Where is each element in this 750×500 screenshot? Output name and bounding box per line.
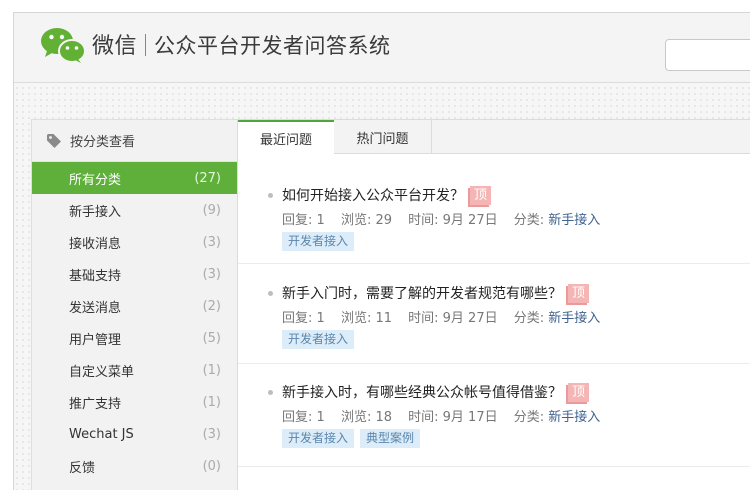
bullet-icon	[268, 291, 273, 296]
sidebar-item-count: (3)	[202, 234, 221, 250]
question-tag[interactable]: 开发者接入	[282, 330, 355, 349]
sidebar-item-count: (2)	[202, 298, 221, 314]
question-tag[interactable]: 开发者接入	[282, 232, 355, 251]
sidebar-item-label: 发送消息	[69, 300, 122, 316]
top-badge: 顶	[470, 186, 492, 205]
sidebar-item-label: 接收消息	[69, 236, 122, 252]
sidebar-item-label: 反馈	[69, 460, 96, 476]
tab-bar: 最近问题 热门问题	[238, 120, 750, 155]
brand-divider	[145, 34, 147, 56]
question-item: 新手接入时，有哪些经典公众帐号值得借鉴？ 顶 回复: 1 浏览: 18 时间: 9…	[238, 374, 750, 467]
reply-count: 回复: 1	[282, 311, 325, 326]
question-title-text: 新手接入时，有哪些经典公众帐号值得借鉴？	[282, 385, 562, 401]
category-sidebar: 按分类查看 所有分类 (27) 新手接入 (9) 接收消息 (3) 基础支持 (…	[31, 119, 237, 490]
sidebar-item-count: (3)	[202, 266, 221, 282]
category-label: 分类:	[513, 311, 545, 326]
category-link[interactable]: 新手接入	[548, 213, 600, 228]
sidebar-item-promotion-support[interactable]: 推广支持 (1)	[32, 386, 237, 418]
sidebar-item-label: 用户管理	[69, 332, 122, 348]
tag-icon	[47, 133, 61, 148]
sidebar-item-count: (9)	[202, 202, 221, 218]
question-meta: 回复: 1 浏览: 11 时间: 9月 27日 分类: 新手接入	[282, 307, 600, 326]
question-tag[interactable]: 典型案例	[360, 429, 421, 448]
question-meta: 回复: 1 浏览: 29 时间: 9月 27日 分类: 新手接入	[282, 209, 600, 228]
category-link[interactable]: 新手接入	[548, 410, 600, 425]
post-time: 时间: 9月 17日	[408, 410, 498, 425]
brand-title: 微信 公众平台开发者问答系统	[92, 28, 391, 60]
sidebar-item-feedback[interactable]: 反馈 (0)	[32, 450, 237, 482]
brand-name: 微信	[92, 34, 138, 59]
question-title[interactable]: 新手接入时，有哪些经典公众帐号值得借鉴？ 顶	[282, 382, 590, 402]
search-input[interactable]	[665, 39, 750, 71]
question-title-text: 如何开始接入公众平台开发？	[282, 188, 464, 204]
sidebar-item-send-messages[interactable]: 发送消息 (2)	[32, 290, 237, 322]
category-label: 分类:	[513, 410, 545, 425]
tab-recent[interactable]: 最近问题	[238, 120, 334, 155]
sidebar-item-receive-messages[interactable]: 接收消息 (3)	[32, 226, 237, 258]
sidebar-item-custom-menu[interactable]: 自定义菜单 (1)	[32, 354, 237, 386]
sidebar-item-label: 所有分类	[69, 172, 122, 188]
sidebar-item-label: 自定义菜单	[69, 364, 135, 380]
top-badge: 顶	[568, 284, 590, 303]
category-label: 分类:	[513, 213, 545, 228]
sidebar-item-count: (1)	[202, 362, 221, 378]
reply-count: 回复: 1	[282, 410, 325, 425]
question-item: 新手入门时，需要了解的开发者规范有哪些？ 顶 回复: 1 浏览: 11 时间: 9…	[238, 275, 750, 364]
question-panel: 最近问题 热门问题 如何开始接入公众平台开发？ 顶 回复: 1 浏览: 29 时间…	[237, 119, 750, 490]
sidebar-item-count: (5)	[202, 330, 221, 346]
bullet-icon	[268, 193, 273, 198]
tag-list: 开发者接入	[282, 330, 355, 349]
question-meta: 回复: 1 浏览: 18 时间: 9月 17日 分类: 新手接入	[282, 406, 600, 425]
question-title[interactable]: 新手入门时，需要了解的开发者规范有哪些？ 顶	[282, 283, 590, 303]
question-item: 如何开始接入公众平台开发？ 顶 回复: 1 浏览: 29 时间: 9月 27日 分…	[238, 177, 750, 264]
sidebar-item-label: Wechat JS	[69, 426, 134, 442]
bullet-icon	[268, 390, 273, 395]
post-time: 时间: 9月 27日	[408, 311, 498, 326]
sidebar-item-count: (3)	[202, 426, 221, 442]
tag-list: 开发者接入	[282, 232, 355, 251]
reply-count: 回复: 1	[282, 213, 325, 228]
wechat-logo-icon	[41, 28, 86, 63]
page-frame: 微信 公众平台开发者问答系统 按分类查看 所有分类 (27) 新手接入 (9) 接…	[13, 12, 750, 490]
view-count: 浏览: 29	[340, 213, 392, 228]
sidebar-item-count: (0)	[202, 458, 221, 474]
sidebar-item-getting-started[interactable]: 新手接入 (9)	[32, 194, 237, 226]
view-count: 浏览: 11	[340, 311, 392, 326]
view-count: 浏览: 18	[340, 410, 392, 425]
post-time: 时间: 9月 27日	[408, 213, 498, 228]
question-tag[interactable]: 开发者接入	[282, 429, 355, 448]
sidebar-item-label: 新手接入	[69, 204, 122, 220]
sidebar-item-count: (27)	[194, 170, 221, 186]
sidebar-item-label: 基础支持	[69, 268, 122, 284]
sidebar-item-label: 推广支持	[69, 396, 122, 412]
sidebar-item-user-management[interactable]: 用户管理 (5)	[32, 322, 237, 354]
tag-list: 开发者接入 典型案例	[282, 429, 421, 448]
tab-popular[interactable]: 热门问题	[334, 120, 432, 154]
question-title-text: 新手入门时，需要了解的开发者规范有哪些？	[282, 286, 562, 302]
sidebar-item-count: (1)	[202, 394, 221, 410]
question-title[interactable]: 如何开始接入公众平台开发？ 顶	[282, 185, 492, 205]
brand-subtitle: 公众平台开发者问答系统	[154, 34, 391, 58]
sidebar-item-wechat-js[interactable]: Wechat JS (3)	[32, 418, 237, 450]
sidebar-item-basic-support[interactable]: 基础支持 (3)	[32, 258, 237, 290]
sidebar-heading: 按分类查看	[32, 120, 237, 162]
sidebar-heading-label: 按分类查看	[70, 135, 136, 150]
header: 微信 公众平台开发者问答系统	[14, 13, 750, 83]
sidebar-item-all[interactable]: 所有分类 (27)	[32, 162, 237, 194]
top-badge: 顶	[568, 383, 590, 402]
category-link[interactable]: 新手接入	[548, 311, 600, 326]
